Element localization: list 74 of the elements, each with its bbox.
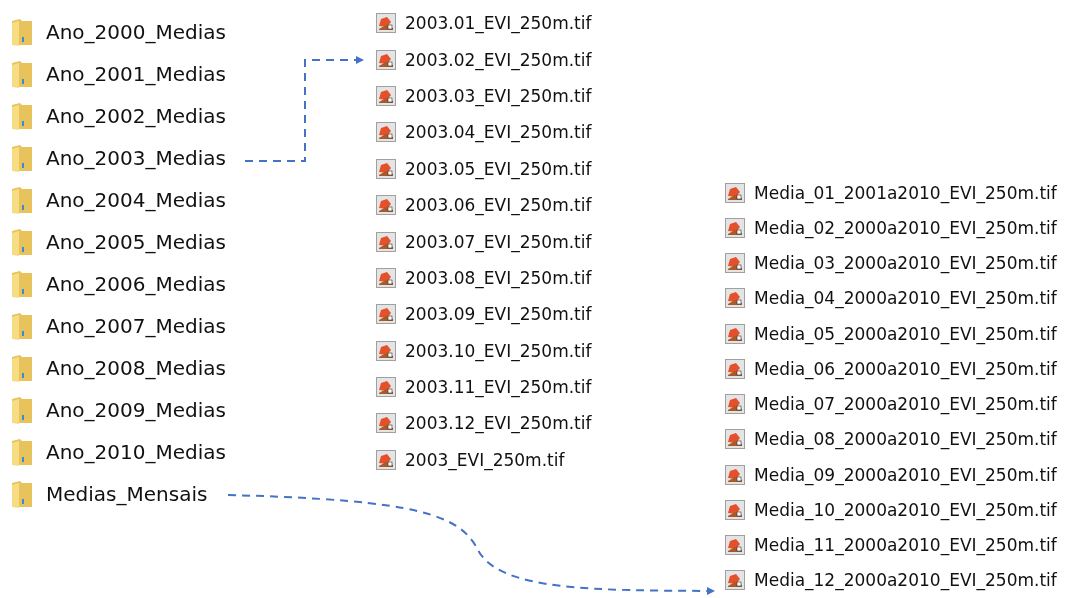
folder-icon [10,101,34,131]
image-file-icon [725,499,745,520]
image-file-icon [376,413,396,434]
file-name[interactable]: Media_11_2000a2010_EVI_250m.tif [754,535,1057,556]
file-name[interactable]: Media_05_2000a2010_EVI_250m.tif [754,323,1057,344]
file-name[interactable]: Media_07_2000a2010_EVI_250m.tif [754,394,1057,415]
image-file-icon [376,304,396,325]
image-file-icon [725,288,745,309]
file-name[interactable]: 2003.11_EVI_250m.tif [405,377,592,398]
folder-icon [10,395,34,425]
image-file-icon [725,182,745,203]
image-file-icon [376,195,396,216]
file-name[interactable]: Media_09_2000a2010_EVI_250m.tif [754,464,1057,485]
folder-icon [10,17,34,47]
file-name[interactable]: Media_02_2000a2010_EVI_250m.tif [754,217,1057,238]
folder-name[interactable]: Medias_Mensais [46,482,208,506]
file-name[interactable]: 2003.10_EVI_250m.tif [405,340,592,361]
image-file-icon [725,570,745,591]
file-name[interactable]: 2003.01_EVI_250m.tif [405,13,592,34]
file-name[interactable]: 2003.03_EVI_250m.tif [405,85,592,106]
file-name[interactable]: 2003.04_EVI_250m.tif [405,122,592,143]
file-name[interactable]: 2003.12_EVI_250m.tif [405,413,592,434]
file-name[interactable]: Media_10_2000a2010_EVI_250m.tif [754,499,1057,520]
file-name[interactable]: 2003.02_EVI_250m.tif [405,49,592,70]
folder-name[interactable]: Ano_2008_Medias [46,356,226,380]
folder-name[interactable]: Ano_2000_Medias [46,20,226,44]
image-file-icon [376,158,396,179]
file-name[interactable]: 2003_EVI_250m.tif [405,449,565,470]
folder-name[interactable]: Ano_2003_Medias [46,146,226,170]
file-name[interactable]: Media_04_2000a2010_EVI_250m.tif [754,288,1057,309]
folder-icon [10,227,34,257]
file-name[interactable]: 2003.09_EVI_250m.tif [405,304,592,325]
image-file-icon [725,323,745,344]
image-file-icon [725,358,745,379]
image-file-icon [725,253,745,274]
image-file-icon [376,13,396,34]
image-file-icon [725,535,745,556]
image-file-icon [725,394,745,415]
image-file-icon [376,231,396,252]
folder-icon [10,353,34,383]
folder-icon [10,185,34,215]
image-file-icon [376,449,396,470]
folder-name[interactable]: Ano_2006_Medias [46,272,226,296]
folder-name[interactable]: Ano_2004_Medias [46,188,226,212]
file-name[interactable]: 2003.06_EVI_250m.tif [405,195,592,216]
folder-name[interactable]: Ano_2005_Medias [46,230,226,254]
image-file-icon [376,49,396,70]
folder-name[interactable]: Ano_2001_Medias [46,62,226,86]
image-file-icon [725,217,745,238]
file-name[interactable]: 2003.08_EVI_250m.tif [405,267,592,288]
image-file-icon [725,429,745,450]
folder-name[interactable]: Ano_2007_Medias [46,314,226,338]
folder-name[interactable]: Ano_2010_Medias [46,440,226,464]
file-name[interactable]: 2003.05_EVI_250m.tif [405,158,592,179]
file-name[interactable]: 2003.07_EVI_250m.tif [405,231,592,252]
folder-name[interactable]: Ano_2009_Medias [46,398,226,422]
image-file-icon [376,122,396,143]
file-name[interactable]: Media_12_2000a2010_EVI_250m.tif [754,570,1057,591]
folder-name[interactable]: Ano_2002_Medias [46,104,226,128]
image-file-icon [376,267,396,288]
image-file-icon [376,340,396,361]
file-name[interactable]: Media_06_2000a2010_EVI_250m.tif [754,358,1057,379]
image-file-icon [725,464,745,485]
file-name[interactable]: Media_01_2001a2010_EVI_250m.tif [754,182,1057,203]
folder-icon [10,143,34,173]
folder-icon [10,59,34,89]
folder-icon [10,437,34,467]
image-file-icon [376,377,396,398]
folder-icon [10,311,34,341]
image-file-icon [376,85,396,106]
folder-icon [10,269,34,299]
file-name[interactable]: Media_08_2000a2010_EVI_250m.tif [754,429,1057,450]
file-name[interactable]: Media_03_2000a2010_EVI_250m.tif [754,253,1057,274]
folder-icon [10,479,34,509]
